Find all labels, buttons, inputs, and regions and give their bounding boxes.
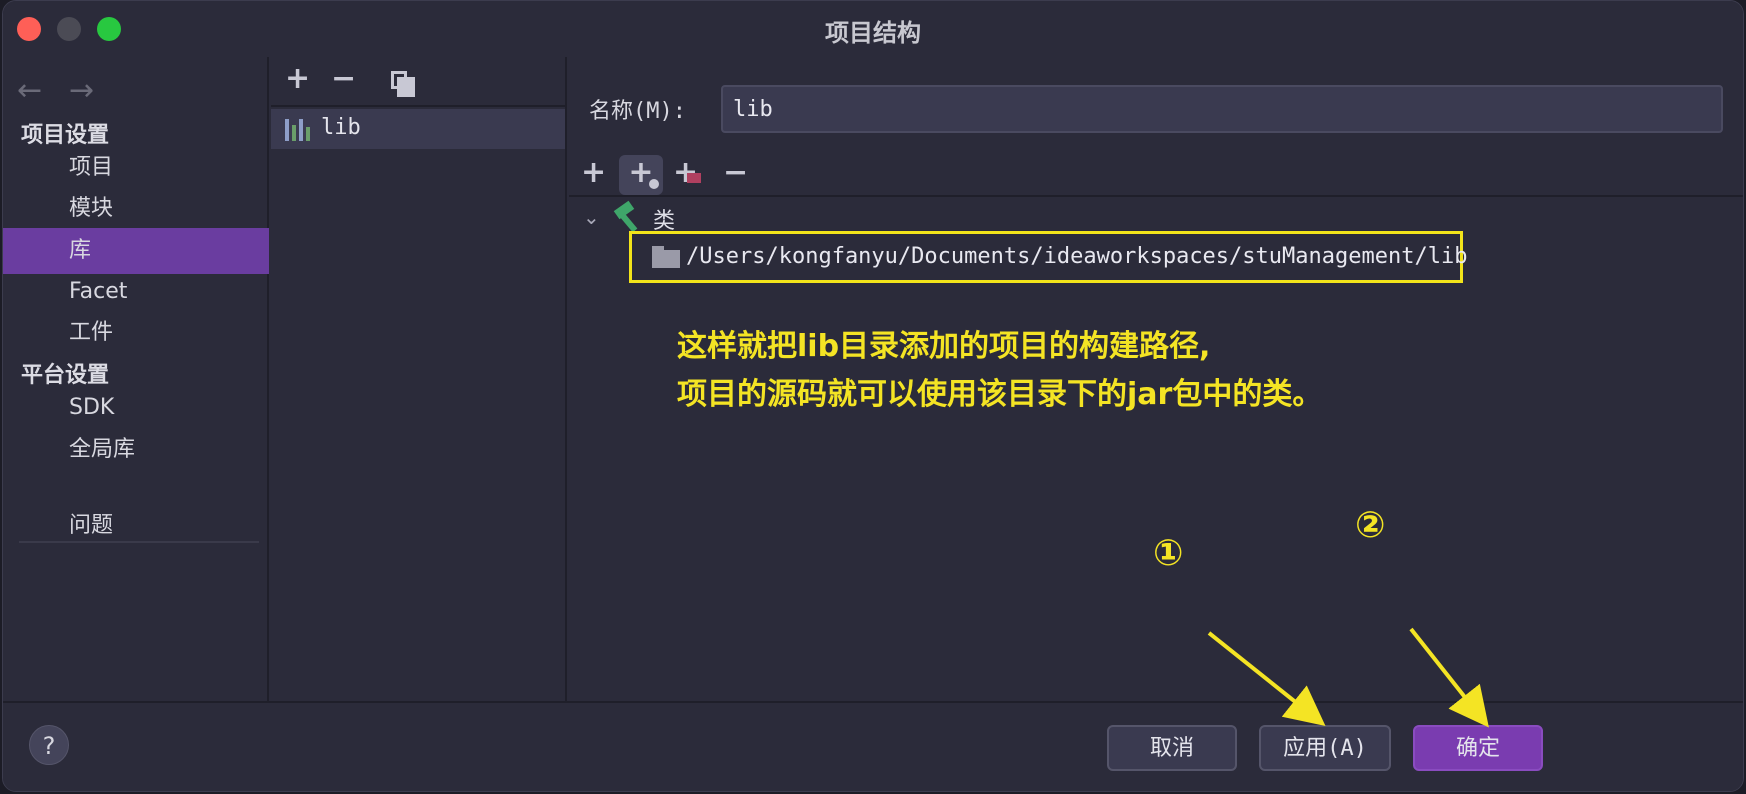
copy-icon[interactable] [391,71,415,97]
step-marker-2: ② [1355,505,1386,546]
library-list-toolbar: + − [271,57,565,107]
nav-item-sdk[interactable]: SDK [3,385,269,431]
project-structure-window: 项目结构 ← → 项目设置 项目 模块 库 Facet 工件 平台设置 SDK … [2,0,1744,792]
window-title: 项目结构 [825,19,921,47]
forward-arrow-icon[interactable]: → [69,73,94,108]
hammer-icon [613,200,643,233]
folder-icon [652,246,680,268]
nav-item-project[interactable]: 项目 [3,145,269,191]
globe-icon [647,177,661,191]
library-name-input[interactable] [721,85,1723,133]
nav-item-modules[interactable]: 模块 [3,186,269,232]
nav-item-global-libraries[interactable]: 全局库 [3,427,269,473]
add-library-button[interactable]: + [285,61,310,96]
library-list-item-label: lib [321,115,361,140]
title-bar: 项目结构 [3,1,1743,57]
library-details-panel: 名称(M): + + + − ⌄ 类 /Users/kongfanyu/Docu… [569,57,1743,701]
apply-button[interactable]: 应用(A) [1259,725,1391,771]
back-arrow-icon[interactable]: ← [17,73,42,108]
library-icon [285,117,313,141]
add-url-root-button[interactable]: + [619,155,663,195]
step-marker-1: ① [1153,533,1184,574]
library-roots-toolbar: + + + − [569,153,1743,197]
nav-item-facets[interactable]: Facet [3,269,269,315]
nav-item-problems[interactable]: 问题 [3,503,269,549]
annotation-line-1: 这样就把lib目录添加的项目的构建路径, [677,329,1211,364]
add-root-button[interactable]: + [581,155,606,190]
nav-item-artifacts[interactable]: 工件 [3,310,269,356]
library-list-item[interactable]: lib [271,109,565,149]
remove-root-button[interactable]: − [723,155,748,190]
library-list-panel: + − lib [271,57,567,701]
dialog-footer: ? 取消 应用(A) 确定 [3,701,1743,791]
help-button[interactable]: ? [29,725,69,765]
nav-item-libraries[interactable]: 库 [3,228,269,274]
classes-path-text: /Users/kongfanyu/Documents/ideaworkspace… [686,244,1468,269]
classes-path-row[interactable]: /Users/kongfanyu/Documents/ideaworkspace… [629,231,1467,283]
remove-library-button[interactable]: − [331,61,356,96]
chevron-down-icon[interactable]: ⌄ [583,205,600,229]
folder-badge-icon [687,173,701,183]
settings-nav: ← → 项目设置 项目 模块 库 Facet 工件 平台设置 SDK 全局库 问… [3,57,269,701]
annotation-line-2: 项目的源码就可以使用该目录下的jar包中的类。 [677,377,1323,412]
ok-button[interactable]: 确定 [1413,725,1543,771]
name-label: 名称(M): [589,99,686,124]
cancel-button[interactable]: 取消 [1107,725,1237,771]
